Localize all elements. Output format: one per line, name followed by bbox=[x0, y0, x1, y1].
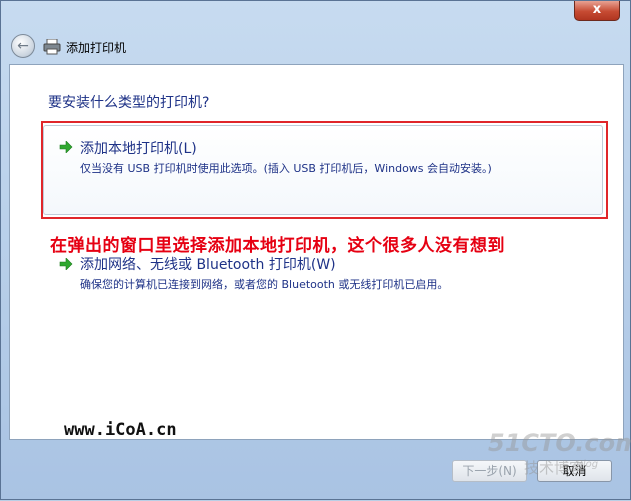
close-icon: x bbox=[592, 2, 602, 17]
close-button[interactable]: x bbox=[574, 1, 620, 21]
green-arrow-icon bbox=[59, 258, 73, 270]
content-panel: 要安装什么类型的打印机? 添加本地打印机(L) 仅当没有 USB 打印机时使用此… bbox=[9, 64, 624, 440]
cancel-button[interactable]: 取消 bbox=[537, 460, 612, 482]
red-annotation-text: 在弹出的窗口里选择添加本地打印机，这个很多人没有想到 bbox=[50, 236, 505, 256]
dialog-window: x ← 添加打印机 要安装什么类型的打印机? 添加本地打印机(L) 仅当没有 U… bbox=[0, 0, 631, 500]
option-network-description: 确保您的计算机已连接到网络，或者您的 Bluetooth 或无线打印机已启用。 bbox=[80, 278, 449, 291]
page-question: 要安装什么类型的打印机? bbox=[48, 95, 210, 111]
printer-icon bbox=[43, 39, 61, 55]
title-bar: ← 添加打印机 bbox=[1, 31, 631, 63]
window-title: 添加打印机 bbox=[66, 41, 127, 55]
option-local-description: 仅当没有 USB 打印机时使用此选项。(插入 USB 打印机后，Windows … bbox=[80, 162, 492, 175]
next-button[interactable]: 下一步(N) bbox=[452, 460, 527, 482]
back-button[interactable]: ← bbox=[11, 34, 35, 58]
dialog-footer: 下一步(N) 取消 bbox=[9, 440, 624, 501]
back-arrow-icon: ← bbox=[17, 38, 29, 54]
green-arrow-icon bbox=[59, 141, 73, 153]
option-local-title[interactable]: 添加本地打印机(L) bbox=[80, 138, 197, 158]
option-network-title[interactable]: 添加网络、无线或 Bluetooth 打印机(W) bbox=[80, 254, 336, 274]
site-watermark-text: www.iCoA.cn bbox=[64, 420, 177, 440]
